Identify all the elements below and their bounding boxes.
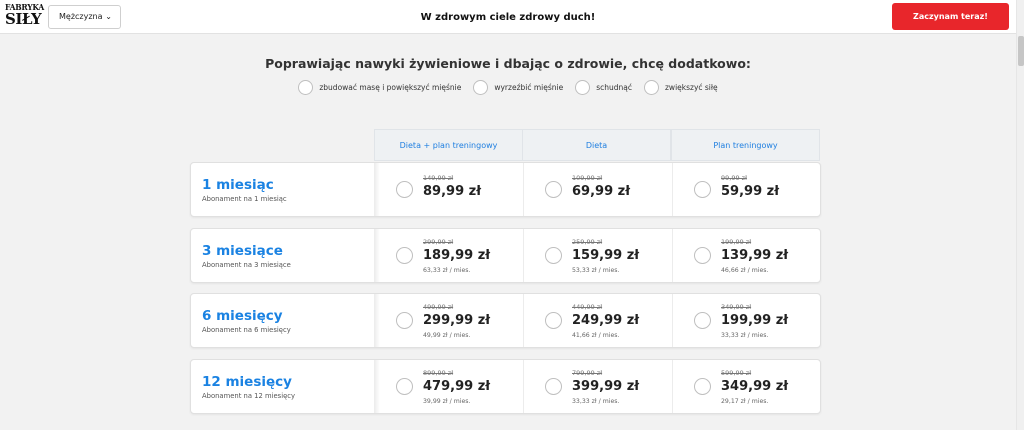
monthly-price: 53,33 zł / mies.: [572, 267, 620, 274]
old-price: 199,99 zł: [721, 238, 752, 246]
monthly-price: 41,66 zł / mies.: [572, 332, 620, 339]
goal-options: zbudować masę i powiększyć mięśnie wyrze…: [0, 80, 1016, 95]
plan-row-1-month: 1 miesiąc Abonament na 1 miesiąc 149,99 …: [190, 162, 821, 217]
slogan: W zdrowym ciele zdrowy duch!: [420, 12, 596, 23]
price-option-diet-and-training[interactable]: 149,99 zł 89,99 zł: [375, 163, 524, 216]
plan-label: 12 miesięcy Abonament na 12 miesięcy: [202, 374, 295, 400]
price-radio[interactable]: [396, 247, 413, 264]
plan-label: 1 miesiąc Abonament na 1 miesiąc: [202, 177, 287, 203]
plan-subtitle: Abonament na 12 miesięcy: [202, 392, 296, 400]
old-price: 449,99 zł: [572, 303, 603, 311]
column-header-training-plan[interactable]: Plan treningowy: [671, 129, 820, 161]
price-radio[interactable]: [694, 181, 711, 198]
old-price: 259,99 zł: [572, 238, 603, 246]
price-option-diet[interactable]: 109,99 zł 69,99 zł: [524, 163, 673, 216]
price-option-diet[interactable]: 259,99 zł 159,99 zł 53,33 zł / mies.: [524, 229, 673, 282]
price-option-training[interactable]: 349,99 zł 199,99 zł 33,33 zł / mies.: [673, 294, 822, 347]
plan-title: 6 miesięcy: [202, 308, 283, 324]
price: 89,99 zł: [423, 184, 482, 199]
monthly-price: 46,66 zł / mies.: [721, 267, 769, 274]
logo-line-1: FABRYKA: [5, 2, 44, 12]
plan-title: 1 miesiąc: [202, 177, 274, 193]
price-option-training[interactable]: 199,99 zł 139,99 zł 46,66 zł / mies.: [673, 229, 822, 282]
monthly-price: 29,17 zł / mies.: [721, 398, 769, 405]
old-price: 149,99 zł: [423, 174, 454, 182]
goal-option-strength[interactable]: zwiększyć siłę: [644, 80, 718, 95]
goal-radio[interactable]: [473, 80, 489, 95]
goal-option-sculpt[interactable]: wyrzeźbić mięśnie: [473, 80, 563, 95]
price-radio[interactable]: [694, 378, 711, 395]
old-price: 499,99 zł: [423, 303, 454, 311]
monthly-price: 33,33 zł / mies.: [721, 332, 769, 339]
goal-radio[interactable]: [644, 80, 659, 95]
goal-option-muscle-mass[interactable]: zbudować masę i powiększyć mięśnie: [298, 80, 461, 95]
old-price: 299,99 zł: [423, 238, 454, 246]
price-option-diet-and-training[interactable]: 499,99 zł 299,99 zł 49,99 zł / mies.: [375, 294, 524, 347]
start-now-button[interactable]: Zaczynam teraz!: [892, 3, 1009, 30]
price-radio[interactable]: [545, 247, 562, 264]
monthly-price: 39,99 zł / mies.: [423, 398, 471, 405]
plan-row-3-months: 3 miesiące Abonament na 3 miesiące 299,9…: [190, 228, 821, 283]
price: 249,99 zł: [572, 313, 640, 328]
price-radio[interactable]: [545, 312, 562, 329]
plan-subtitle: Abonament na 6 miesięcy: [202, 326, 291, 334]
monthly-price: 49,99 zł / mies.: [423, 332, 471, 339]
plan-label: 6 miesięcy Abonament na 6 miesięcy: [202, 308, 291, 334]
plan-subtitle: Abonament na 3 miesiące: [202, 261, 291, 269]
price: 479,99 zł: [423, 379, 491, 394]
old-price: 349,99 zł: [721, 303, 752, 311]
column-header-diet-and-training[interactable]: Dieta + plan treningowy: [374, 129, 523, 161]
goal-option-lose-weight[interactable]: schudnąć: [575, 80, 632, 95]
price: 139,99 zł: [721, 248, 789, 263]
plan-row-6-months: 6 miesięcy Abonament na 6 miesięcy 499,9…: [190, 293, 821, 348]
price: 159,99 zł: [572, 248, 640, 263]
price: 69,99 zł: [572, 184, 631, 199]
price: 199,99 zł: [721, 313, 789, 328]
price-option-diet-and-training[interactable]: 899,99 zł 479,99 zł 39,99 zł / mies.: [375, 360, 524, 413]
goal-option-label: zwiększyć siłę: [665, 83, 718, 92]
price-radio[interactable]: [396, 312, 413, 329]
page-scrollbar[interactable]: [1016, 0, 1024, 430]
top-bar: FABRYKA SIŁY Mężczyzna ⌄ W zdrowym ciele…: [0, 0, 1016, 34]
old-price: 99,99 zł: [721, 174, 747, 182]
plan-label: 3 miesiące Abonament na 3 miesiące: [202, 243, 291, 269]
price-radio[interactable]: [694, 247, 711, 264]
goal-option-label: zbudować masę i powiększyć mięśnie: [319, 83, 462, 92]
column-header-diet[interactable]: Dieta: [522, 129, 671, 161]
price: 349,99 zł: [721, 379, 789, 394]
goal-radio[interactable]: [575, 80, 591, 95]
price: 59,99 zł: [721, 184, 780, 199]
price-radio[interactable]: [396, 378, 413, 395]
price: 299,99 zł: [423, 313, 491, 328]
old-price: 799,99 zł: [572, 369, 603, 377]
goal-option-label: wyrzeźbić mięśnie: [494, 83, 564, 92]
plan-row-12-months: 12 miesięcy Abonament na 12 miesięcy 899…: [190, 359, 821, 414]
price-option-diet-and-training[interactable]: 299,99 zł 189,99 zł 63,33 zł / mies.: [375, 229, 524, 282]
price: 189,99 zł: [423, 248, 491, 263]
plan-title: 12 miesięcy: [202, 374, 292, 390]
monthly-price: 63,33 zł / mies.: [423, 267, 471, 274]
plan-subtitle: Abonament na 1 miesiąc: [202, 195, 287, 203]
price-option-diet[interactable]: 799,99 zł 399,99 zł 33,33 zł / mies.: [524, 360, 673, 413]
price-radio[interactable]: [545, 181, 562, 198]
goal-radio[interactable]: [298, 80, 314, 95]
monthly-price: 33,33 zł / mies.: [572, 398, 620, 405]
price-radio[interactable]: [396, 181, 413, 198]
price-radio[interactable]: [545, 378, 562, 395]
scrollbar-thumb[interactable]: [1018, 36, 1024, 66]
old-price: 899,99 zł: [423, 369, 454, 377]
old-price: 599,99 zł: [721, 369, 752, 377]
plan-title: 3 miesiące: [202, 243, 283, 259]
price-radio[interactable]: [694, 312, 711, 329]
price: 399,99 zł: [572, 379, 640, 394]
old-price: 109,99 zł: [572, 174, 603, 182]
price-option-diet[interactable]: 449,99 zł 249,99 zł 41,66 zł / mies.: [524, 294, 673, 347]
price-option-training[interactable]: 599,99 zł 349,99 zł 29,17 zł / mies.: [673, 360, 822, 413]
goal-question-title: Poprawiając nawyki żywieniowe i dbając o…: [265, 56, 751, 71]
goal-option-label: schudnąć: [596, 83, 632, 92]
price-option-training[interactable]: 99,99 zł 59,99 zł: [673, 163, 822, 216]
